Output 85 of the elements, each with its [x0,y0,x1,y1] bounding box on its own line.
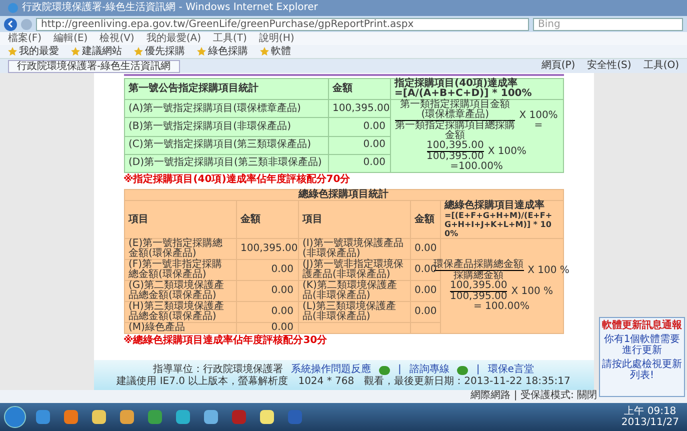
table-cell: 0.00 [410,238,440,260]
clock-date: 2013/11/27 [621,417,679,428]
star-icon [8,47,17,56]
table-cell: (I)第一號環境保護產品(非環保產品) [298,238,410,260]
denominator-text: 100,395.00 [426,152,484,162]
menu-item[interactable]: 說明(H) [258,32,294,44]
note-text: ※總綠色採購項目達成率佔年度評核配分30分 [124,334,328,347]
menu-item[interactable]: 檔案(F) [8,32,42,44]
footer-link[interactable]: 諮詢專線 [409,364,450,376]
star-icon [197,47,206,56]
table-cell: 0.00 [236,322,298,334]
address-field[interactable]: http://greenliving.epa.gov.tw/GreenLife/greenPurchase/gpReportPrint.aspx [36,18,529,30]
favorites-item[interactable]: 優先採購 [134,46,185,58]
table-cell: (F)第一號非指定採購總金額(環保產品) [124,260,236,280]
equals-text: = [534,120,543,130]
table-cell: (J)第一號非指定環境保護產品(非環保產品) [298,260,410,280]
table-cell: (K)第二類環境保護產品(非環保產品) [298,280,410,302]
rate-formula: =[A/(A+B+C+D)] * 100% [394,89,533,99]
footer-link[interactable]: 環保e言堂 [488,364,534,376]
back-button[interactable] [4,18,17,30]
numerator-text: 環保產品採購總金額 [434,260,524,271]
separator-text: | [398,364,402,376]
table-cell: 0.00 [236,260,298,280]
footer-link[interactable]: 系統操作問題反應 [291,364,372,376]
multiplier-text: X 100% [488,146,526,156]
favorites-item[interactable]: 建議網站 [71,46,122,58]
rate-title: 總綠色採購項目達成率 [444,201,546,211]
table-cell: (B)第一號指定採購項目(非環保產品) [124,118,328,136]
site-info-text: 建議使用 IE7.0 以上版本，螢幕解析度 1024 * 768 觀看，最後更新日期：2013-11-22 18:35:17 [116,376,570,388]
menu-item[interactable]: 編輯(E) [54,32,88,44]
column-header: 項目 [298,200,410,238]
table-cell: (A)第一號指定採購項目(環保標章產品) [124,100,328,118]
table-cell: (C)第一號指定採購項目(第三類環保產品) [124,136,328,154]
numerator-text: 第一類指定採購項目金額(環保標章產品) [395,100,516,121]
column-header: 金額 [236,200,298,238]
star-icon [260,47,269,56]
menu-item[interactable]: 我的最愛(A) [146,32,201,44]
browser-tab[interactable]: 行政院環境保護署-綠色生活資訊網 [8,60,180,72]
denominator-text: 100,395.00 [450,292,508,302]
multiplier-text: X 100% [519,110,558,120]
table-cell: 0.00 [236,280,298,302]
column-header: 第一號公告指定採購項目統計 [124,78,328,100]
table-title: 總綠色採購項目統計 [124,190,563,200]
table-cell: 100,395.00 [236,238,298,260]
numerator-text: 100,395.00 [450,281,508,292]
denominator-text: 第一類指定採購項目總採購金額 [395,121,516,141]
browser-icon [8,3,18,13]
menu-item[interactable]: 檢視(V) [100,32,134,44]
note-text: ※指定採購項目(40項)達成率佔年度評核配分70分 [124,173,352,186]
window-title: 行政院環境保護署-綠色生活資訊網 - Windows Internet Explorer [22,2,318,14]
numerator-text: 100,395.00 [426,141,484,152]
rate-formula: =[(E+F+G+H+M)/(E+F+G+H+I+J+K+L+M)] * 100% [444,211,554,238]
toolbar-button[interactable]: 安全性(S) [587,60,632,72]
popup-title: 軟體更新訊息通報 [602,320,682,331]
favorites-item[interactable]: 軟體 [260,46,291,58]
column-header: 金額 [410,200,440,238]
toolbar-button[interactable]: 網頁(P) [541,60,576,72]
table-cell: (H)第三類環境保護產品總金額(環保產品) [124,302,236,322]
star-icon [134,47,143,56]
status-text: 網際網路 | 受保護模式: 關閉 [470,390,597,403]
table-cell: 0.00 [236,302,298,322]
toolbar-button[interactable]: 工具(O) [643,60,679,72]
table-cell: (E)第一號指定採購總金額(環保產品) [124,238,236,260]
column-header: 項目 [124,200,236,238]
table-cell: (G)第二類環境保護產品總金額(環保產品) [124,280,236,302]
agency-text: 指導單位：行政院環境保護署 [153,364,284,376]
rate-title: 指定採購項目(40項)達成率 [394,79,518,89]
separator-text: | [476,364,480,376]
table-cell: (M)綠色產品 [124,322,236,334]
star-icon [71,47,80,56]
result-text: =100.00% [450,161,503,172]
menu-item[interactable]: 工具(T) [213,32,247,44]
clock-time: 上午 09:18 [624,406,676,417]
table-cell: 100,395.00 [328,100,390,118]
multiplier-text: X 100 % [511,286,554,296]
popup-link[interactable]: 請按此處檢視更新列表! [602,359,682,381]
popup-link[interactable]: 你有1個軟體需要進行更新 [602,334,682,356]
favorites-item[interactable]: 我的最愛 [8,46,59,58]
denominator-text: 採購總金額 [454,271,504,281]
table-cell: (L)第三類環境保護產品(非環保產品) [298,302,410,322]
favorites-item[interactable]: 綠色採購 [197,46,248,58]
column-header: 金額 [328,78,390,100]
result-text: = 100.00% [473,301,530,312]
table-cell: (D)第一號指定採購項目(第三類非環保產品) [124,154,328,172]
start-button[interactable] [4,406,26,428]
